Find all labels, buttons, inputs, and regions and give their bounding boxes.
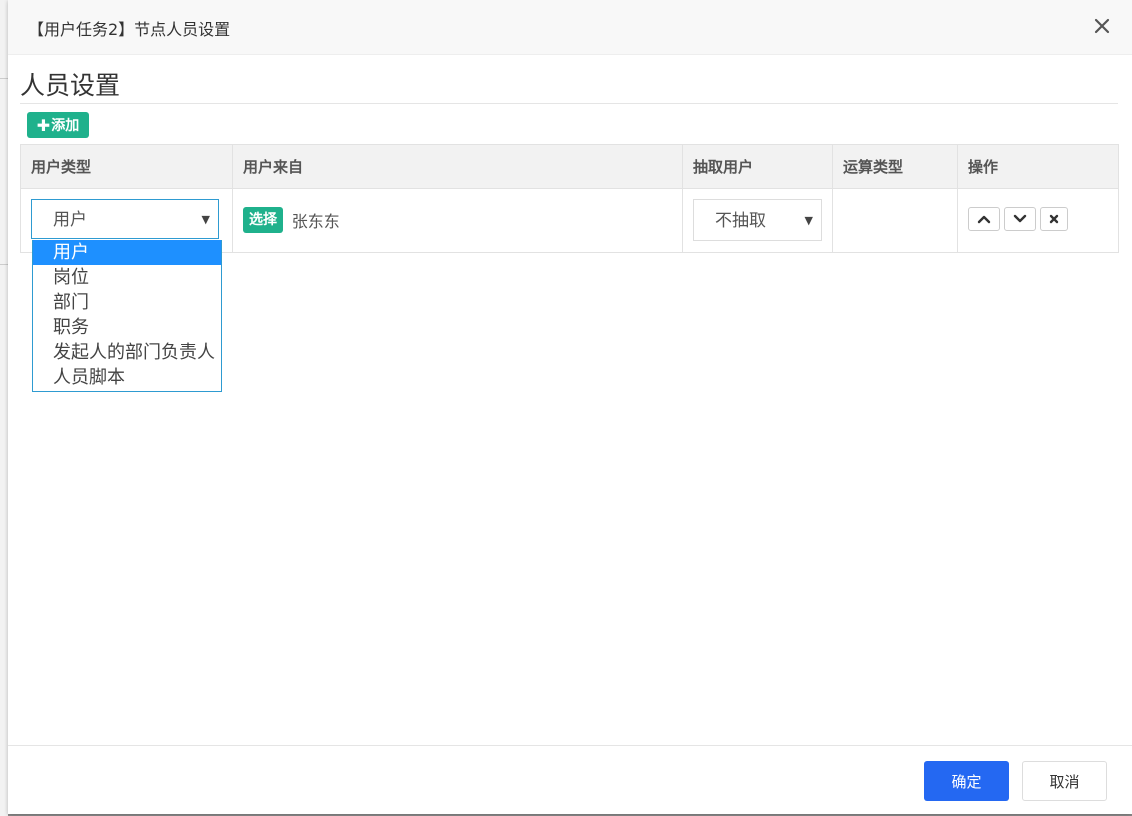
choose-user-button[interactable]: 选择: [243, 207, 283, 233]
add-button[interactable]: ✚ 添加: [27, 112, 89, 138]
column-header-user-type: 用户类型: [20, 144, 233, 189]
cell-user-source: 选择 张东东: [232, 188, 683, 253]
background-page: [0, 0, 8, 816]
remove-icon: [1049, 214, 1059, 224]
cell-extract-user: 不抽取 ▼: [682, 188, 833, 253]
dialog-header: 【用户任务2】节点人员设置: [8, 0, 1132, 55]
node-personnel-dialog: 【用户任务2】节点人员设置 人员设置 ✚ 添加 用户类型 用户来自 抽取用户 运…: [8, 0, 1132, 814]
column-header-extract-user: 抽取用户: [682, 144, 833, 189]
close-button[interactable]: [1090, 14, 1114, 38]
close-icon: [1094, 18, 1110, 34]
plus-icon: ✚: [36, 115, 51, 135]
dropdown-option-department[interactable]: 部门: [33, 290, 221, 315]
confirm-button[interactable]: 确定: [924, 761, 1009, 801]
dropdown-option-duty[interactable]: 职务: [33, 315, 221, 340]
user-type-dropdown: 用户 岗位 部门 职务 发起人的部门负责人 人员脚本: [32, 240, 222, 392]
extract-user-select[interactable]: 不抽取 ▼: [693, 199, 822, 241]
column-header-actions: 操作: [957, 144, 1119, 189]
cancel-button[interactable]: 取消: [1022, 761, 1107, 801]
move-down-button[interactable]: [1004, 207, 1036, 231]
dialog-footer: 确定 取消: [8, 745, 1132, 815]
dialog-title: 【用户任务2】节点人员设置: [28, 20, 231, 39]
extract-user-value: 不抽取: [715, 211, 766, 231]
move-up-button[interactable]: [968, 207, 1000, 231]
background-divider: [0, 264, 8, 265]
dropdown-option-post[interactable]: 岗位: [33, 265, 221, 290]
column-header-user-source: 用户来自: [232, 144, 683, 189]
personnel-table: 用户类型 用户来自 抽取用户 运算类型 操作 用户 ▼ 选择 张东东 不抽取 ▼: [20, 144, 1119, 253]
delete-row-button[interactable]: [1040, 207, 1068, 231]
caret-down-icon: ▼: [201, 213, 210, 226]
cell-actions: [957, 188, 1119, 253]
cell-operation-type: [832, 188, 958, 253]
section-title: 人员设置: [20, 71, 121, 100]
caret-down-icon: ▼: [804, 214, 813, 227]
dropdown-option-user[interactable]: 用户: [33, 240, 221, 265]
dropdown-option-initiator-dept-head[interactable]: 发起人的部门负责人: [33, 340, 221, 365]
chevron-up-icon: [977, 215, 991, 224]
column-header-operation-type: 运算类型: [832, 144, 958, 189]
selected-user-name: 张东东: [291, 212, 340, 231]
section-divider: [20, 103, 1118, 104]
user-type-select[interactable]: 用户 ▼: [31, 199, 219, 239]
add-button-label: 添加: [51, 118, 80, 134]
table-header-row: 用户类型 用户来自 抽取用户 运算类型 操作: [20, 144, 1119, 189]
dropdown-option-personnel-script[interactable]: 人员脚本: [33, 365, 221, 390]
background-divider: [0, 78, 8, 79]
chevron-down-icon: [1013, 214, 1027, 223]
user-type-value: 用户: [53, 210, 87, 230]
